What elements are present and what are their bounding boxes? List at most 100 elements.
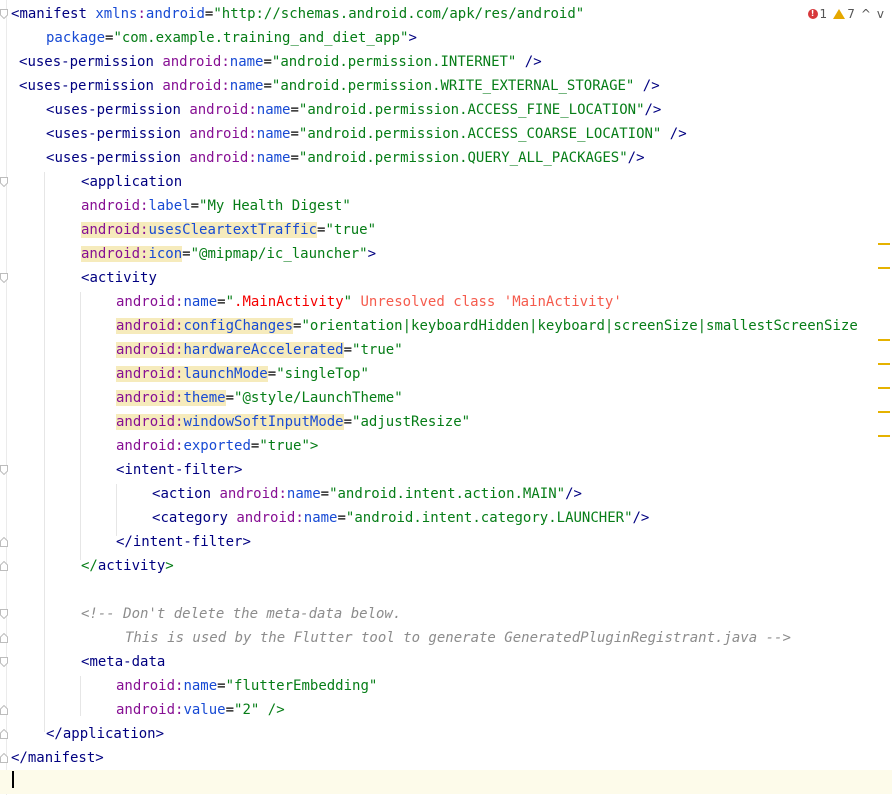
fold-toggle-icon[interactable]: [0, 273, 8, 283]
attr-value: "com.example.training_and_diet_app": [113, 30, 409, 46]
fold-toggle-icon[interactable]: [0, 657, 8, 667]
attr-name: label: [148, 198, 191, 214]
code-line-22[interactable]: <category android:name="android.intent.c…: [0, 506, 892, 530]
code-line-4[interactable]: <uses-permission android:name="android.p…: [0, 74, 892, 98]
tag-name: uses-permission: [54, 150, 181, 166]
tag-name: uses-permission: [54, 126, 181, 142]
fold-end-icon[interactable]: [0, 537, 8, 547]
equals: =: [290, 126, 299, 142]
tag-name: uses-permission: [27, 54, 154, 70]
tag-bracket: >: [367, 246, 377, 262]
attr-name: name: [256, 150, 291, 166]
warning-stripe-marker[interactable]: [878, 243, 890, 245]
code-line-2[interactable]: package="com.example.training_and_diet_a…: [0, 26, 892, 50]
attr-namespace: android: [116, 294, 176, 310]
tag-name: uses-permission: [54, 102, 181, 118]
equals: =: [263, 54, 272, 70]
attr-name: android: [145, 6, 205, 22]
attr-name: hardwareAccelerated: [183, 342, 344, 358]
fold-end-icon[interactable]: [0, 729, 8, 739]
attr-namespace: android: [189, 102, 249, 118]
code-line-32[interactable]: </manifest>: [0, 746, 892, 770]
code-line-13[interactable]: android:name=".MainActivity" Unresolved …: [0, 290, 892, 314]
attr-name: name: [286, 486, 321, 502]
attr-value: "true": [352, 342, 403, 358]
attr-value: "singleTop": [276, 366, 369, 382]
code-line-28[interactable]: <meta-data: [0, 650, 892, 674]
code-line-26[interactable]: <!-- Don't delete the meta-data below.: [0, 602, 892, 626]
warning-stripe-marker[interactable]: [878, 411, 890, 413]
code-line-17[interactable]: android:theme="@style/LaunchTheme": [0, 386, 892, 410]
code-line-9[interactable]: android:label="My Health Digest": [0, 194, 892, 218]
attr-name: name: [229, 78, 264, 94]
attr-name: name: [183, 678, 218, 694]
warning-stripe-marker[interactable]: [878, 267, 890, 269]
code-line-24[interactable]: </activity>: [0, 554, 892, 578]
code-line-25[interactable]: [0, 578, 892, 602]
attr-value: "true": [259, 438, 310, 454]
code-line-1[interactable]: <manifest xmlns:android="http://schemas.…: [0, 2, 892, 26]
tag-bracket: />: [661, 126, 687, 142]
equals: =: [290, 102, 299, 118]
fold-end-icon[interactable]: [0, 705, 8, 715]
fold-toggle-icon[interactable]: [0, 9, 8, 19]
code-line-3[interactable]: <uses-permission android:name="android.p…: [0, 50, 892, 74]
equals: =: [267, 366, 277, 382]
fold-end-icon[interactable]: [0, 753, 8, 763]
tag-bracket: >: [234, 462, 243, 478]
code-line-33[interactable]: [0, 770, 892, 794]
attr-value: "@style/LaunchTheme": [234, 390, 403, 406]
code-line-7[interactable]: <uses-permission android:name="android.p…: [0, 146, 892, 170]
code-line-21[interactable]: <action android:name="android.intent.act…: [0, 482, 892, 506]
tag-name: action: [160, 486, 212, 502]
code-line-18[interactable]: android:windowSoftInputMode="adjustResiz…: [0, 410, 892, 434]
comment-text: This is used by the Flutter tool to gene…: [125, 630, 791, 646]
code-line-16[interactable]: android:launchMode="singleTop": [0, 362, 892, 386]
tag-bracket: />: [627, 150, 645, 166]
code-line-5[interactable]: <uses-permission android:name="android.p…: [0, 98, 892, 122]
fold-end-icon[interactable]: [0, 561, 8, 571]
attr-namespace: android: [81, 246, 141, 262]
attr-name: theme: [183, 390, 226, 406]
attr-namespace: android: [116, 414, 176, 430]
fold-end-icon[interactable]: [0, 633, 8, 643]
code-line-12[interactable]: <activity: [0, 266, 892, 290]
tag-name: manifest: [19, 6, 87, 22]
warning-stripe-marker[interactable]: [878, 387, 890, 389]
code-line-15[interactable]: android:hardwareAccelerated="true": [0, 338, 892, 362]
code-line-30[interactable]: android:value="2" />: [0, 698, 892, 722]
code-line-23[interactable]: </intent-filter>: [0, 530, 892, 554]
code-line-31[interactable]: </application>: [0, 722, 892, 746]
code-line-8[interactable]: <application: [0, 170, 892, 194]
code-line-20[interactable]: <intent-filter>: [0, 458, 892, 482]
quote: ": [225, 294, 235, 310]
attr-value: "android.permission.QUERY_ALL_PACKAGES": [298, 150, 628, 166]
equals: =: [182, 246, 191, 262]
warning-stripe-marker[interactable]: [878, 435, 890, 437]
code-line-19[interactable]: android:exported="true">: [0, 434, 892, 458]
code-line-27[interactable]: This is used by the Flutter tool to gene…: [0, 626, 892, 650]
warning-stripe-marker[interactable]: [878, 339, 890, 341]
fold-toggle-icon[interactable]: [0, 465, 8, 475]
colon: :: [295, 510, 304, 526]
attr-namespace: android: [162, 54, 222, 70]
attr-namespace: android: [116, 366, 176, 382]
code-line-11[interactable]: android:icon="@mipmap/ic_launcher">: [0, 242, 892, 266]
attr-name: name: [229, 54, 264, 70]
attr-namespace: android: [116, 702, 176, 718]
fold-toggle-icon[interactable]: [0, 609, 8, 619]
attr-value: "android.permission.WRITE_EXTERNAL_STORA…: [271, 78, 635, 94]
attr-name: windowSoftInputMode: [183, 414, 344, 430]
warning-stripe-marker[interactable]: [878, 363, 890, 365]
code-editor[interactable]: ! 1 7 ^ v <manifest xmlns:android="http:…: [0, 0, 892, 795]
equals: =: [217, 678, 226, 694]
code-line-14[interactable]: android:configChanges="orientation|keybo…: [0, 314, 892, 338]
code-line-29[interactable]: android:name="flutterEmbedding": [0, 674, 892, 698]
tag-name: uses-permission: [27, 78, 154, 94]
attr-namespace: android: [189, 126, 249, 142]
equals: =: [225, 702, 235, 718]
fold-toggle-icon[interactable]: [0, 177, 8, 187]
code-line-6[interactable]: <uses-permission android:name="android.p…: [0, 122, 892, 146]
attr-namespace: android: [116, 438, 176, 454]
code-line-10[interactable]: android:usesCleartextTraffic="true": [0, 218, 892, 242]
